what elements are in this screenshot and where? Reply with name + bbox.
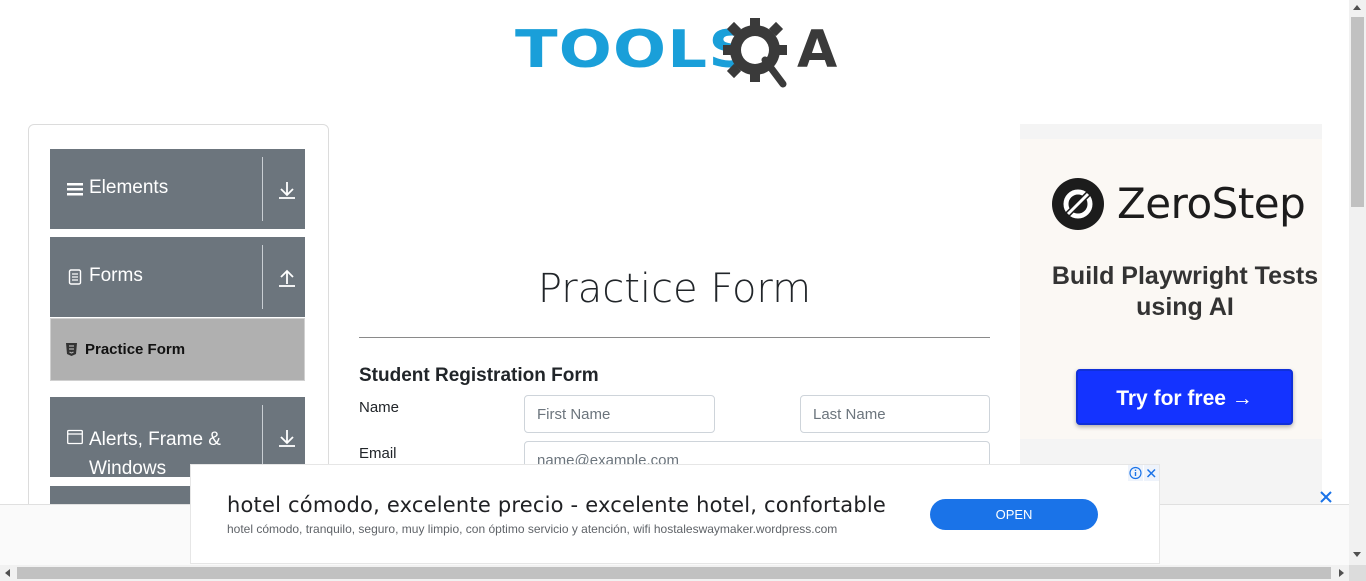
scroll-left-icon[interactable] xyxy=(5,569,10,577)
name-label: Name xyxy=(359,399,400,416)
window-icon xyxy=(67,429,83,445)
sidebar-group-label: Elements xyxy=(89,177,169,198)
gear-magnifier-icon xyxy=(723,18,787,88)
ad-tagline: Build Playwright Tests using AI xyxy=(1051,262,1319,321)
title-divider xyxy=(359,337,990,338)
hamburger-icon xyxy=(67,183,83,196)
zerostep-logo-icon xyxy=(1052,178,1104,230)
first-name-input[interactable] xyxy=(524,395,715,433)
scrollbar-corner xyxy=(1349,565,1366,581)
divider xyxy=(262,157,263,221)
scrollbar-thumb[interactable] xyxy=(17,567,1331,579)
right-ad[interactable]: ZeroStep Build Playwright Tests using AI… xyxy=(1020,124,1322,505)
ad-card: ZeroStep Build Playwright Tests using AI… xyxy=(1020,139,1322,439)
divider xyxy=(262,245,263,309)
try-for-free-button[interactable]: Try for free → xyxy=(1076,369,1293,425)
form-subtitle: Student Registration Form xyxy=(359,365,599,386)
document-icon xyxy=(68,269,82,285)
close-icon[interactable] xyxy=(1318,489,1334,505)
sidebar-group-label: Forms xyxy=(89,265,143,286)
ad-headline[interactable]: hotel cómodo, excelente precio - excelen… xyxy=(227,493,886,517)
scroll-up-icon[interactable] xyxy=(1353,5,1361,10)
upload-icon[interactable] xyxy=(278,268,296,288)
toolsqa-logo[interactable]: TOOLS A xyxy=(515,14,840,92)
last-name-input[interactable] xyxy=(800,395,990,433)
html5-icon xyxy=(66,343,77,356)
page: TOOLS A Elements Forms Practice Form Ale… xyxy=(0,0,1366,581)
sidebar-item-label: Practice Form xyxy=(85,341,186,358)
page-title: Practice Form xyxy=(537,266,812,312)
ad-choices-icon[interactable] xyxy=(1128,465,1159,481)
ad-description: hotel cómodo, tranquilo, seguro, muy lim… xyxy=(227,522,838,536)
vertical-scrollbar[interactable] xyxy=(1349,0,1366,565)
sidebar-group-forms[interactable]: Forms xyxy=(50,237,305,317)
download-icon[interactable] xyxy=(278,428,296,448)
scroll-down-icon[interactable] xyxy=(1353,552,1361,557)
logo-text: TOOLS xyxy=(515,20,755,80)
open-button[interactable]: OPEN xyxy=(930,499,1098,530)
email-label: Email xyxy=(359,445,397,462)
scroll-right-icon[interactable] xyxy=(1339,569,1344,577)
scrollbar-thumb[interactable] xyxy=(1351,17,1364,207)
ad-brand: ZeroStep xyxy=(1117,179,1306,228)
bottom-ad[interactable]: hotel cómodo, excelente precio - excelen… xyxy=(190,464,1160,564)
sidebar-group-elements[interactable]: Elements xyxy=(50,149,305,229)
divider xyxy=(262,405,263,469)
logo-suffix: A xyxy=(797,20,838,80)
sidebar-item-practice-form[interactable]: Practice Form xyxy=(50,318,305,381)
download-icon[interactable] xyxy=(278,180,296,200)
horizontal-scrollbar[interactable] xyxy=(0,565,1349,581)
